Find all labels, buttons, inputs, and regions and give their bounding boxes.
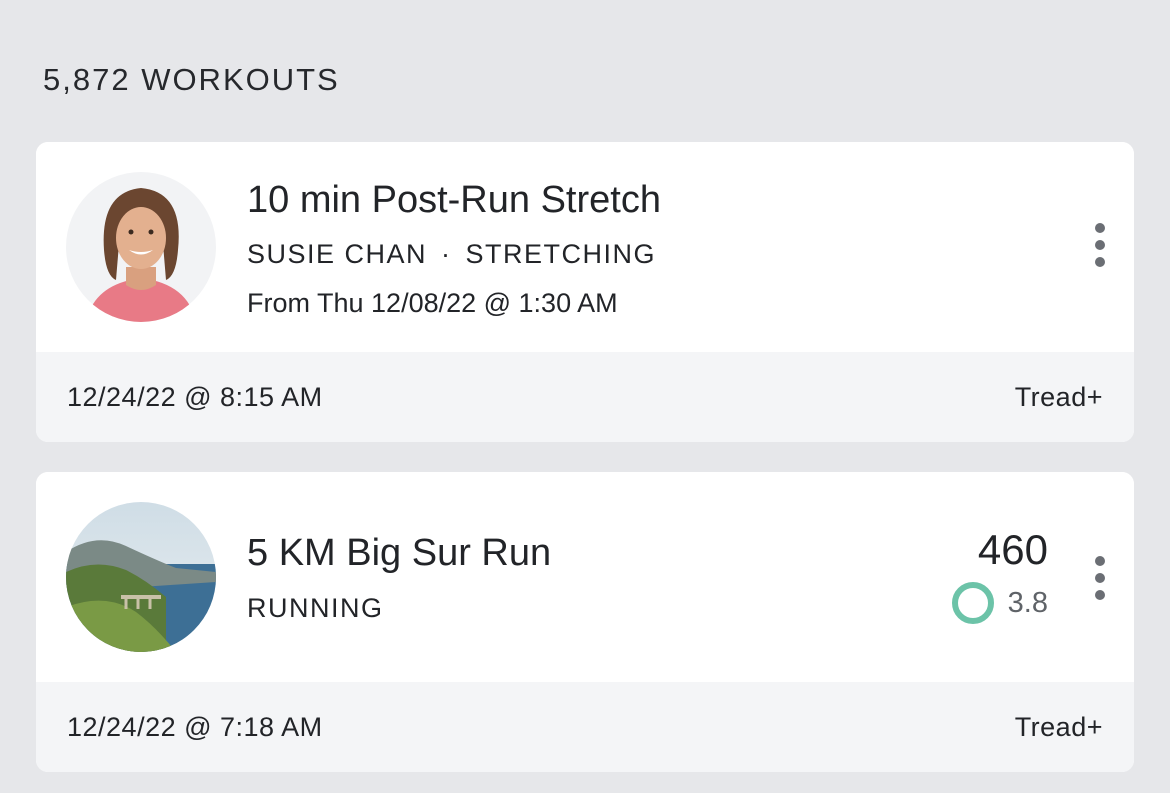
workout-category: RUNNING — [247, 593, 384, 623]
instructor-name[interactable]: SUSIE CHAN — [247, 239, 427, 269]
workout-thumbnail — [66, 502, 216, 652]
workout-device: Tread+ — [1014, 712, 1103, 742]
strive-score-value: 3.8 — [1007, 586, 1048, 619]
more-options-icon[interactable] — [1094, 556, 1106, 600]
card-footer: 12/24/22 @ 7:18 AM Tread+ — [36, 682, 1134, 772]
workout-category: STRETCHING — [465, 239, 657, 269]
workout-count: 5,872 WORKOUTS — [43, 62, 340, 97]
ring-icon — [951, 582, 994, 624]
workout-meta: SUSIE CHAN · STRETCHING — [247, 239, 656, 270]
workout-card[interactable]: 5 KM Big Sur Run RUNNING 460 3.8 12/24/2… — [36, 472, 1134, 772]
strive-score: 3.8 — [951, 582, 1048, 624]
instructor-avatar — [66, 172, 216, 322]
card-footer: 12/24/22 @ 8:15 AM Tread+ — [36, 352, 1134, 442]
workout-title[interactable]: 10 min Post-Run Stretch — [247, 179, 661, 222]
schedule-text: From Thu 12/08/22 @ 1:30 AM — [247, 288, 618, 318]
workout-date: 12/24/22 @ 8:15 AM — [67, 382, 323, 412]
workout-device: Tread+ — [1014, 382, 1103, 412]
total-output: 460 — [977, 526, 1048, 573]
workout-date: 12/24/22 @ 7:18 AM — [67, 712, 323, 742]
meta-separator: · — [441, 239, 452, 269]
workout-title[interactable]: 5 KM Big Sur Run — [247, 532, 551, 575]
workout-card[interactable]: 10 min Post-Run Stretch SUSIE CHAN · STRET… — [36, 142, 1134, 442]
more-options-icon[interactable] — [1094, 223, 1106, 267]
